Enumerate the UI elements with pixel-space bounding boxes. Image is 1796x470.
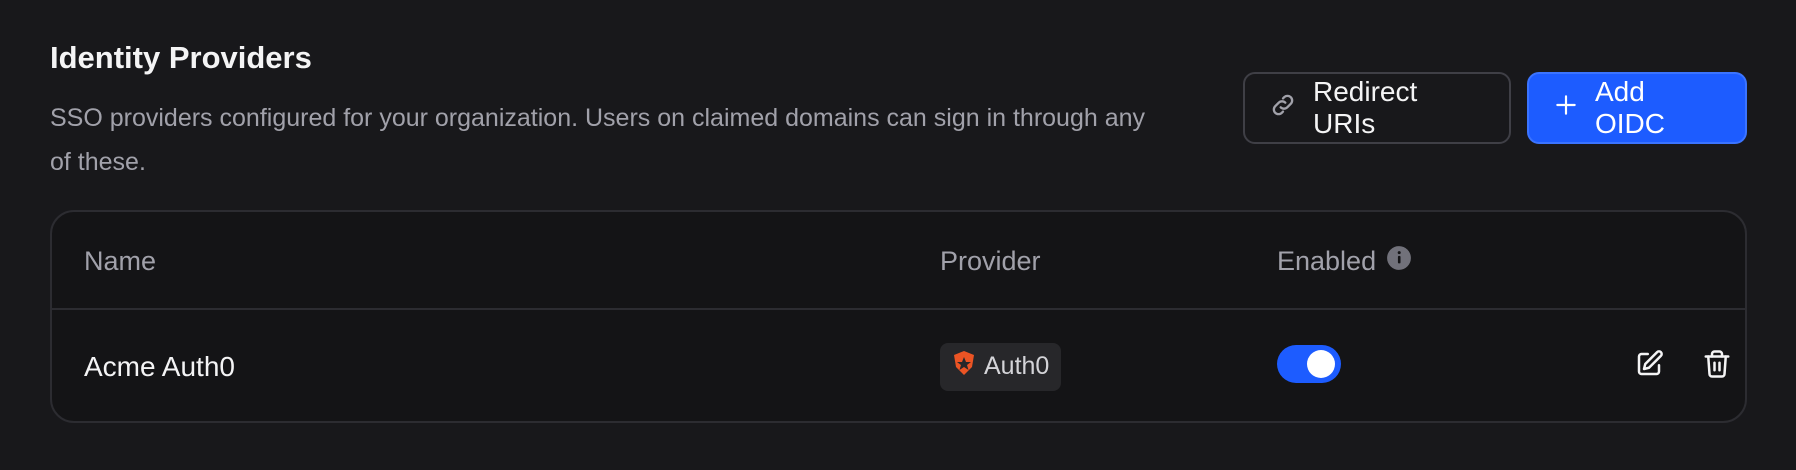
link-icon: [1269, 91, 1297, 126]
provider-type-cell: Auth0: [940, 310, 1062, 423]
column-provider-label: Provider: [940, 245, 1041, 276]
table-row[interactable]: Acme Auth0 Auth0: [52, 310, 1745, 423]
enabled-toggle[interactable]: [1277, 344, 1341, 383]
table-header: Name Provider Enabled: [52, 212, 1745, 310]
column-enabled-label: Enabled: [1277, 245, 1377, 276]
column-name-label: Name: [84, 245, 157, 276]
provider-name-cell: Acme Auth0: [84, 310, 235, 423]
page-description: SSO providers configured for your organi…: [50, 104, 1146, 176]
provider-badge: Auth0: [940, 342, 1062, 391]
redirect-uris-label: Redirect URIs: [1313, 76, 1418, 139]
redirect-uris-button[interactable]: Redirect URIs: [1243, 72, 1511, 144]
column-header-name: Name: [84, 212, 156, 310]
provider-name: Acme Auth0: [84, 350, 235, 382]
edit-icon: [1634, 349, 1664, 384]
trash-icon: [1702, 349, 1732, 384]
provider-badge-label: Auth0: [984, 352, 1050, 380]
edit-button[interactable]: [1625, 343, 1673, 391]
auth0-logo-icon: [952, 350, 976, 383]
section-header: Identity Providers SSO providers configu…: [50, 0, 1747, 210]
identity-providers-section: Identity Providers SSO providers configu…: [50, 0, 1747, 423]
page-title: Identity Providers: [50, 40, 312, 75]
toggle-knob: [1307, 349, 1335, 378]
delete-button[interactable]: [1693, 343, 1741, 391]
add-oidc-button[interactable]: Add OIDC: [1527, 72, 1747, 144]
enabled-cell: [1277, 310, 1341, 423]
column-header-enabled: Enabled: [1277, 212, 1412, 310]
providers-table: Name Provider Enabled Acme Auth0 Auth0: [50, 210, 1747, 423]
row-actions: [1625, 310, 1741, 423]
header-actions: Redirect URIs Add OIDC: [1243, 72, 1747, 144]
info-icon[interactable]: [1386, 245, 1412, 278]
plus-icon: [1553, 92, 1579, 125]
column-header-provider: Provider: [940, 212, 1041, 310]
add-oidc-label: Add OIDC: [1595, 76, 1665, 139]
